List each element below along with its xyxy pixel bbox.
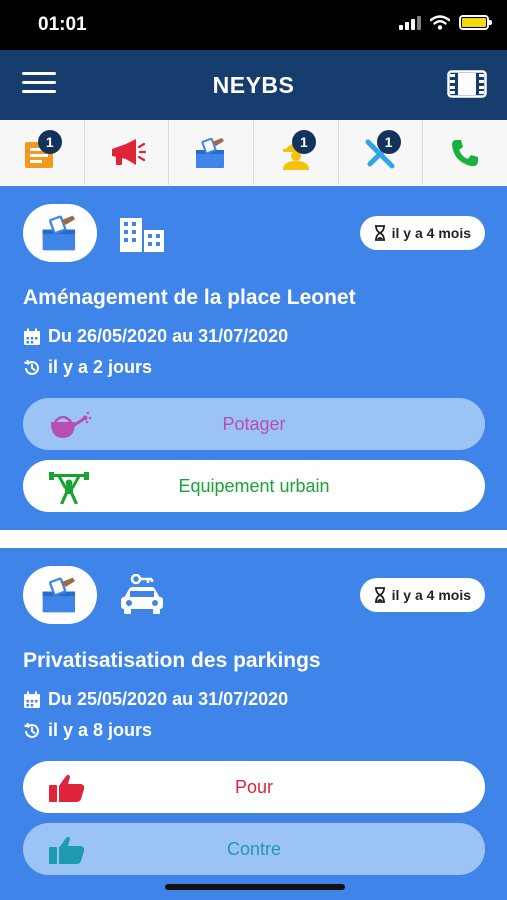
last-update: il y a 8 jours — [23, 720, 152, 741]
signal-icon — [399, 15, 421, 30]
date-range: Du 26/05/2020 au 31/07/2020 — [23, 326, 288, 347]
calendar-icon — [24, 328, 40, 345]
thumbs-up-icon — [49, 836, 85, 864]
status-bar: 01:01 — [0, 0, 507, 50]
weightlifter-icon — [49, 472, 89, 504]
battery-icon — [459, 15, 492, 30]
video-button[interactable] — [447, 70, 487, 103]
history-icon — [24, 359, 39, 375]
consultation-feed: il y a 4 mois Aménagement de la place Le… — [0, 186, 507, 900]
card-title: Aménagement de la place Leonet — [23, 286, 356, 309]
option-label: Equipement urbain — [178, 475, 330, 496]
megaphone-icon — [111, 138, 146, 165]
date-range: Du 25/05/2020 au 31/07/2020 — [23, 689, 288, 710]
vote-type-badge — [23, 566, 97, 624]
building-icon — [120, 218, 164, 252]
notification-badge: 1 — [37, 130, 62, 154]
option-label: Pour — [234, 776, 274, 797]
phone-icon — [452, 139, 479, 166]
film-icon — [447, 70, 487, 98]
option-label: Contre — [226, 838, 282, 859]
last-update: il y a 2 jours — [23, 357, 152, 378]
ballot-box-icon — [42, 577, 76, 613]
vote-option-pour[interactable]: Pour — [23, 761, 485, 813]
category-tab-documents[interactable]: 1 — [0, 120, 85, 185]
category-tab-votes[interactable] — [169, 120, 255, 185]
wifi-icon — [430, 15, 450, 30]
home-indicator[interactable] — [165, 884, 345, 890]
category-tab-works[interactable]: 1 — [254, 120, 339, 185]
category-tab-phone[interactable] — [423, 120, 507, 185]
last-update-text: il y a 8 jours — [48, 720, 153, 740]
hourglass-icon — [374, 225, 385, 241]
notification-badge: 1 — [291, 130, 316, 154]
option-label: Potager — [222, 413, 286, 434]
vote-type-badge — [23, 204, 97, 262]
age-text: il y a 4 mois — [391, 587, 471, 603]
ballot-box-icon — [196, 137, 225, 168]
last-update-text: il y a 2 jours — [48, 357, 153, 377]
age-pill: il y a 4 mois — [359, 578, 485, 612]
notification-badge: 1 — [376, 130, 401, 154]
status-icons — [399, 15, 492, 30]
category-tab-announcements[interactable] — [84, 120, 170, 185]
age-text: il y a 4 mois — [391, 225, 471, 241]
consultation-card[interactable]: il y a 4 mois Aménagement de la place Le… — [0, 186, 507, 530]
history-icon — [24, 722, 39, 738]
app-header: NEYBS — [0, 50, 507, 120]
vote-option-potager[interactable]: Potager — [23, 398, 485, 450]
ballot-box-icon — [42, 215, 76, 251]
car-key-icon — [121, 574, 163, 614]
status-time: 01:01 — [38, 14, 87, 35]
category-bar: 1 1 1 — [0, 120, 507, 185]
age-pill: il y a 4 mois — [359, 216, 485, 250]
date-range-text: Du 25/05/2020 au 31/07/2020 — [48, 689, 289, 709]
card-title: Privatisatisation des parkings — [23, 649, 321, 672]
watering-can-icon — [51, 411, 91, 438]
date-range-text: Du 26/05/2020 au 31/07/2020 — [48, 326, 289, 346]
vote-option-contre[interactable]: Contre — [23, 823, 485, 875]
vote-option-equipement-urbain[interactable]: Equipement urbain — [23, 460, 485, 512]
app-title: NEYBS — [212, 72, 295, 98]
consultation-card[interactable]: il y a 4 mois Privatisatisation des park… — [0, 548, 507, 900]
thumbs-up-icon — [49, 774, 85, 802]
category-tab-repairs[interactable]: 1 — [338, 120, 424, 185]
hourglass-icon — [374, 587, 385, 603]
calendar-icon — [24, 691, 40, 708]
